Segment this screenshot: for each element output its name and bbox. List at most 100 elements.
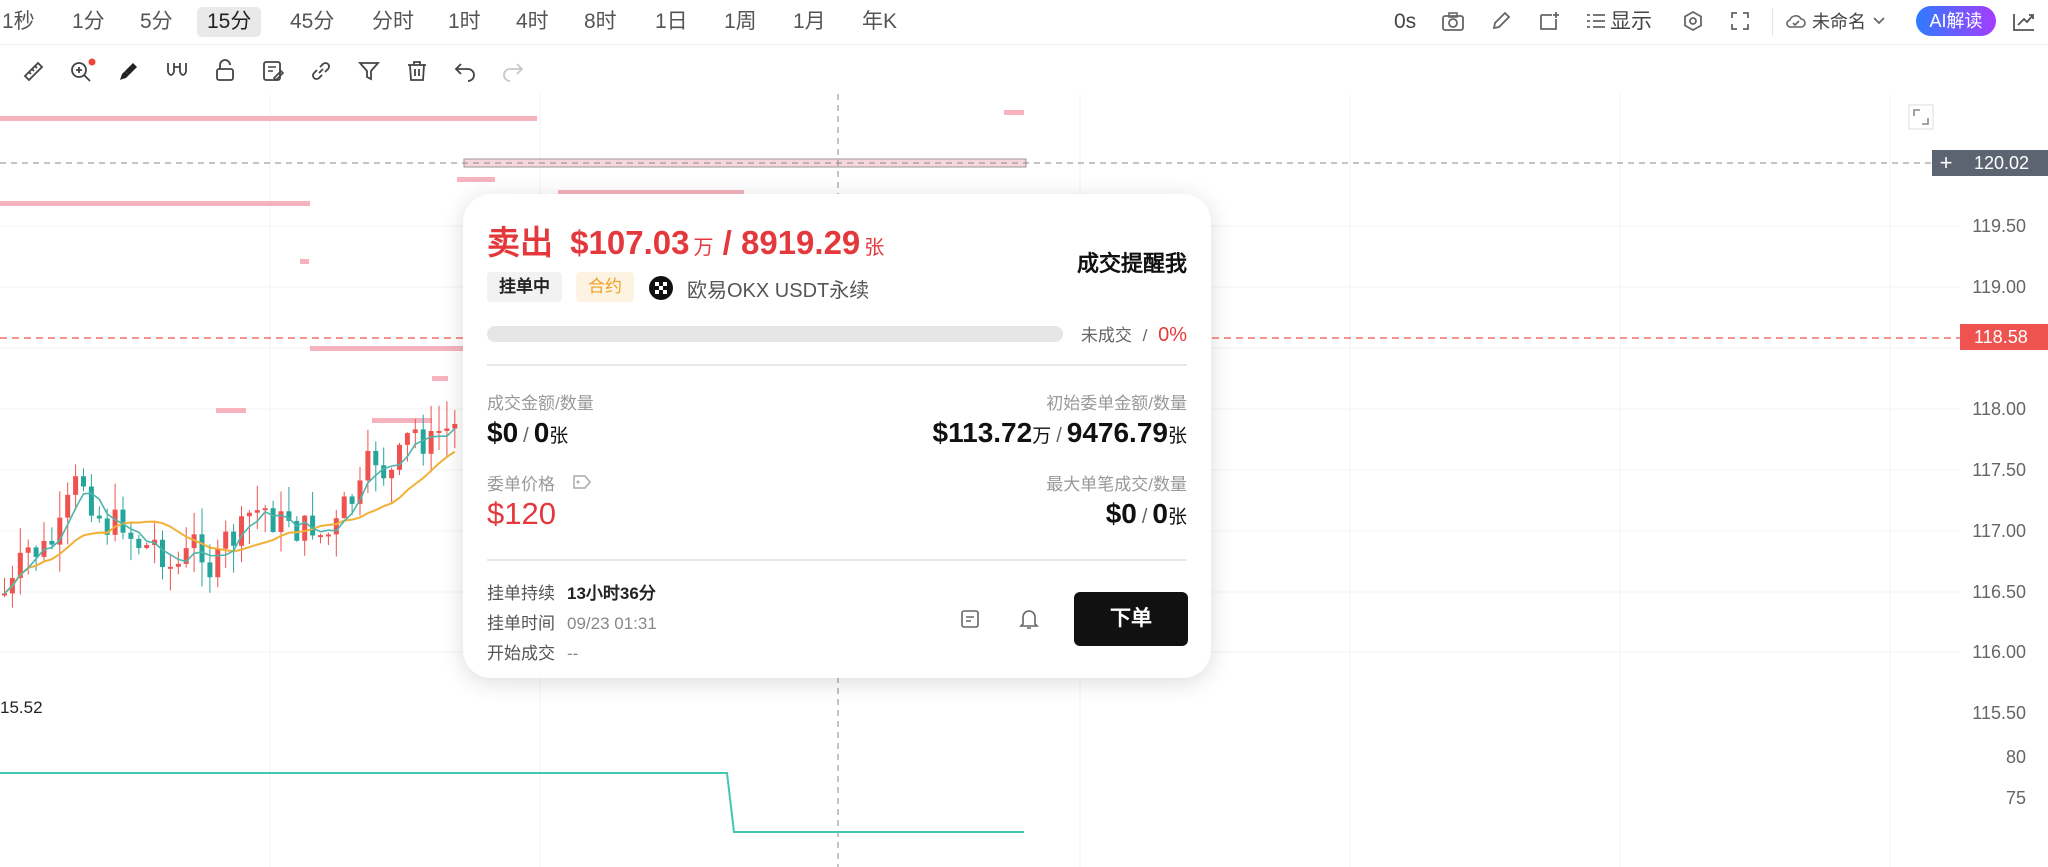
candle-body [349,496,355,504]
candle-body [341,496,347,519]
tf-4h[interactable]: 4时 [506,7,559,37]
order-side: 卖出 [487,224,553,261]
initial-value: $113.72万/9476.79张 [933,417,1187,449]
layout-name[interactable]: 未命名 [1812,7,1866,37]
zoom-in-icon[interactable] [68,58,96,86]
tf-1h[interactable]: 1时 [438,7,491,37]
link-icon[interactable] [308,58,334,84]
candle-body [136,538,142,549]
camera-icon[interactable] [1441,11,1465,33]
price-axis-label: 116.00 [1972,642,2026,662]
trash-icon[interactable] [404,58,430,84]
status-badge: 挂单中 [487,272,562,302]
candle-body [144,545,150,549]
candle-body [381,465,387,479]
filled-amount: $0 [487,417,519,448]
bell-icon[interactable] [1018,607,1040,631]
order-separator: / [713,224,741,261]
tf-1s[interactable]: 1秒 [0,7,45,37]
ruler-icon[interactable] [20,58,46,84]
max-qty: 0 [1152,498,1168,529]
progress-value: 0% [1158,324,1187,346]
candle-body [25,547,31,553]
chevron-down-icon[interactable] [1872,16,1886,26]
tf-45m[interactable]: 45分 [280,7,344,37]
candle-body [452,424,458,429]
candle-body [215,548,221,578]
initial-sep: / [1056,425,1062,447]
price-axis-label: 117.00 [1972,521,2026,541]
candle-body [207,562,213,578]
placed-time-row: 挂单时间 09/23 01:31 [487,609,657,634]
low-price-label: 15.52 [0,698,43,717]
undo-icon[interactable] [452,58,478,84]
max-fill-label: 最大单笔成交/数量 [1046,475,1187,494]
fill-progress-text: 未成交 / 0% [1081,321,1187,347]
price-axis-label: 118.00 [1972,399,2026,419]
initial-amount: $113.72 [932,417,1033,448]
ma-line-slow [3,450,456,595]
tf-1d[interactable]: 1日 [645,7,698,37]
order-qty: 8919.29 [740,224,861,261]
display-list-icon [1587,14,1605,28]
indicator-line [0,772,1024,833]
candle-body [96,515,102,519]
candle-body [278,511,284,533]
price-axis-label: 115.50 [1972,703,2026,723]
expand-icon[interactable] [1908,104,1934,130]
filter-icon[interactable] [356,58,382,84]
filled-qty: 0 [533,417,550,448]
fullscreen-icon[interactable] [1730,11,1750,31]
candle-body [65,494,71,518]
initial-amount-unit: 万 [1032,426,1052,447]
candle-body [128,532,134,539]
trade-reminder-button[interactable]: 成交提醒我 [1077,246,1187,278]
ai-interpret-button[interactable]: AI解读 [1916,6,1996,36]
countdown-label: 0s [1394,10,1417,33]
candle-body [397,444,402,470]
brush-icon[interactable] [116,58,142,84]
candle-body [302,515,308,541]
unlock-icon[interactable] [212,58,238,84]
place-order-button[interactable]: 下单 [1074,592,1188,646]
tf-year[interactable]: 年K [852,7,907,37]
add-alert-button[interactable]: + [1932,150,1960,176]
edit-template-icon[interactable] [260,58,286,84]
tf-1w[interactable]: 1周 [714,7,767,37]
filled-label: 成交金额/数量 [487,394,594,413]
price-axis-label: 117.50 [1972,460,2026,480]
card-divider [487,364,1187,366]
tf-5m[interactable]: 5分 [130,7,183,37]
initial-qty: 9476.79 [1066,417,1168,448]
candle-body [73,476,79,495]
order-zone[interactable] [463,158,1027,168]
placed-time-label: 挂单时间 [487,614,555,633]
tag-icon[interactable] [572,474,592,490]
candle-body [254,510,260,513]
tf-intraday[interactable]: 分时 [362,7,424,37]
add-window-icon[interactable] [1538,10,1560,32]
candle-body [223,531,229,549]
candle-body [412,429,418,434]
tf-1m[interactable]: 1分 [62,7,115,37]
display-menu[interactable]: 显示 [1610,7,1652,37]
order-price-value: $120 [487,496,556,531]
candle-body [33,547,39,557]
filled-sep: / [523,425,529,447]
max-sep: / [1141,506,1148,528]
tf-1mo[interactable]: 1月 [783,7,836,37]
tf-15m[interactable]: 15分 [197,7,262,37]
tf-8h[interactable]: 8时 [574,7,627,37]
document-icon[interactable] [959,608,981,630]
share-chart-icon[interactable] [2012,10,2036,32]
card-divider [487,559,1187,561]
candle-body [199,534,205,563]
redo-icon[interactable] [500,58,526,84]
settings-icon[interactable] [1682,10,1704,32]
duration-value: 13小时36分 [567,584,656,603]
magnet-icon[interactable] [164,58,190,84]
candle-body [239,516,244,546]
pencil-icon[interactable] [1490,10,1512,32]
candle-body [310,515,316,536]
order-amount: $107.03 [570,224,690,261]
